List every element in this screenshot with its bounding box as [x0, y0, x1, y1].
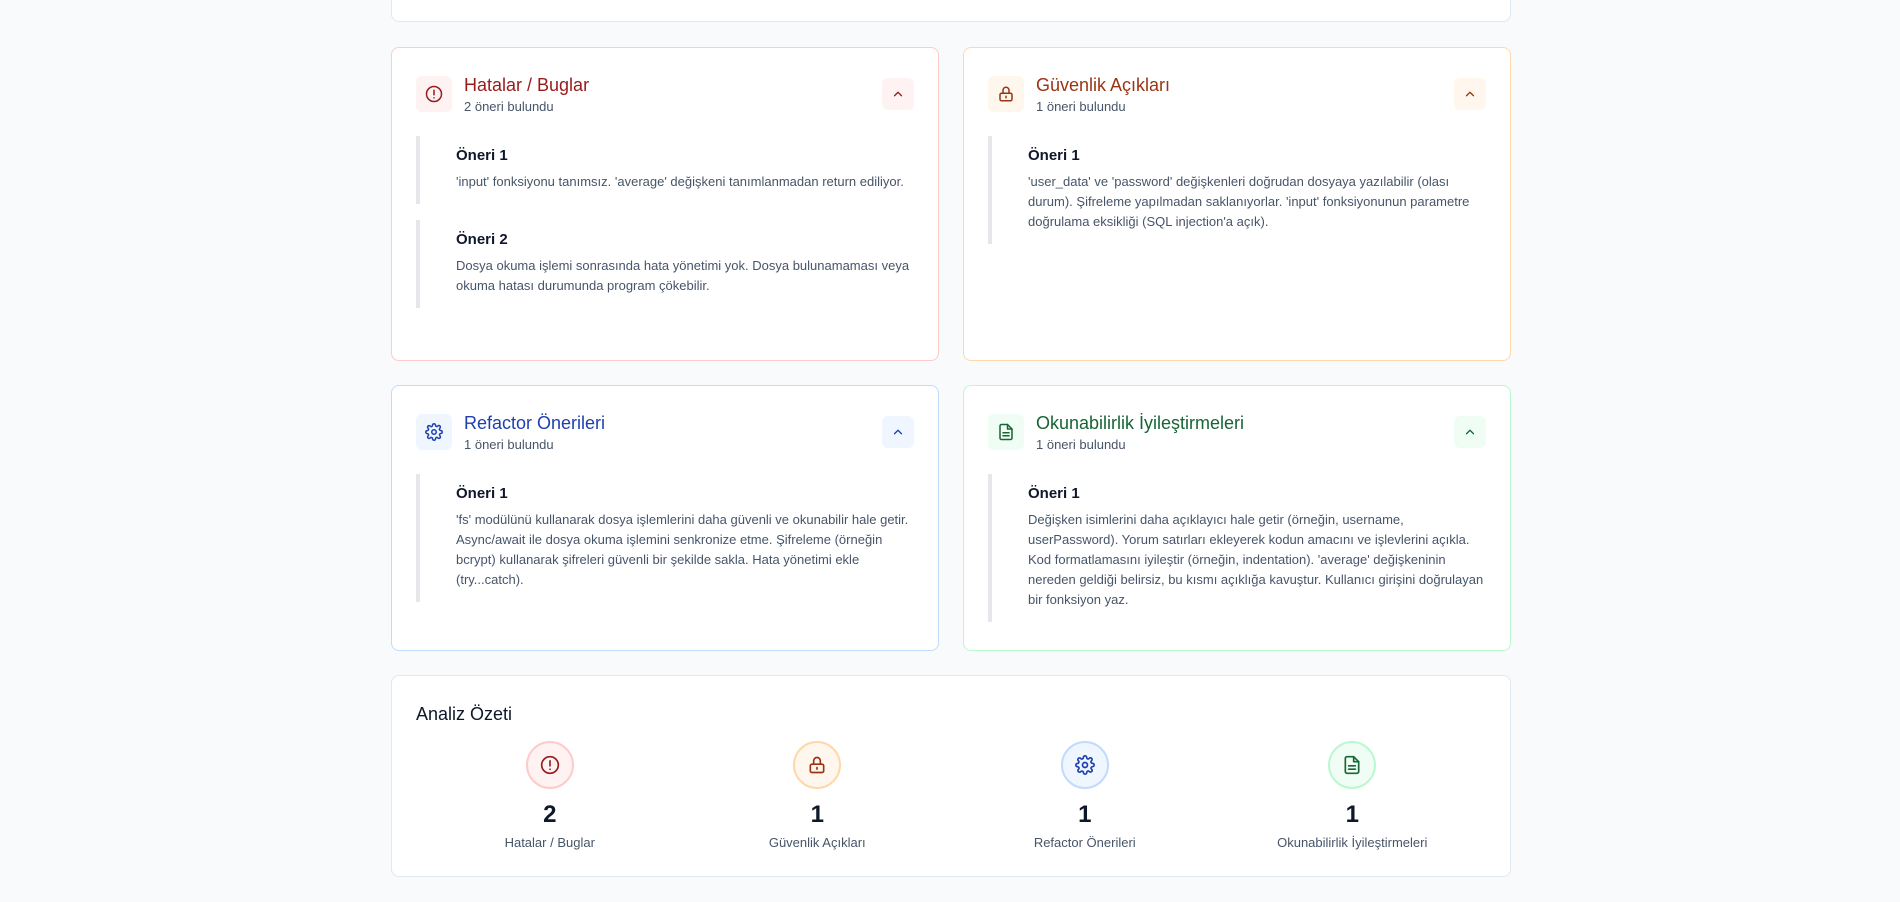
stat-refactor: 1 Refactor Önerileri — [951, 741, 1219, 850]
suggestion-title: Öneri 1 — [1028, 147, 1080, 164]
suggestion-text: 'fs' modülünü kullanarak dosya işlemleri… — [456, 512, 909, 587]
suggestion-count: 1 öneri bulundu — [1036, 99, 1126, 114]
readability-card: Okunabilirlik İyileştirmeleri 1 öneri bu… — [963, 385, 1511, 651]
document-icon — [988, 414, 1024, 450]
suggestion-text: 'input' fonksiyonu tanımsız. 'average' d… — [456, 174, 904, 189]
stat-security: 1 Güvenlik Açıkları — [684, 741, 952, 850]
lock-icon — [988, 76, 1024, 112]
document-icon — [1328, 741, 1377, 789]
stat-value: 2 — [543, 801, 557, 828]
chevron-up-icon — [1465, 91, 1475, 97]
stat-value: 1 — [1345, 801, 1359, 828]
refactor-card-header: Refactor Önerileri 1 öneri bulundu — [416, 386, 914, 474]
suggestion-item: Öneri 1 'user_data' ve 'password' değişk… — [988, 136, 1486, 244]
stat-bugs: 2 Hatalar / Buglar — [416, 741, 684, 850]
bugs-card-header: Hatalar / Buglar 2 öneri bulundu — [416, 48, 914, 136]
stat-label: Okunabilirlik İyileştirmeleri — [1277, 835, 1428, 850]
chevron-up-icon — [1465, 429, 1475, 435]
suggestion-count: 1 öneri bulundu — [1036, 437, 1126, 452]
stat-label: Güvenlik Açıkları — [768, 835, 866, 850]
suggestion-item: Öneri 2 Dosya okuma işlemi sonrasında ha… — [416, 220, 914, 308]
readability-card-header: Okunabilirlik İyileştirmeleri 1 öneri bu… — [988, 386, 1486, 474]
refactor-card: Refactor Önerileri 1 öneri bulundu Öneri… — [391, 385, 939, 651]
collapse-toggle-button[interactable] — [1454, 416, 1486, 448]
stat-value: 1 — [810, 801, 824, 828]
collapse-toggle-button[interactable] — [882, 78, 914, 110]
suggestion-count: 1 öneri bulundu — [464, 437, 554, 452]
suggestion-title: Öneri 2 — [456, 231, 508, 248]
suggestion-title: Öneri 1 — [456, 485, 508, 502]
bugs-card: Hatalar / Buglar 2 öneri bulundu Öneri 1… — [391, 47, 939, 361]
suggestion-item: Öneri 1 'input' fonksiyonu tanımsız. 'av… — [416, 136, 914, 204]
card-title: Refactor Önerileri — [464, 413, 606, 433]
card-title: Okunabilirlik İyileştirmeleri — [1036, 413, 1245, 433]
card-title: Hatalar / Buglar — [464, 75, 590, 95]
summary-title: Analiz Özeti — [416, 704, 513, 724]
gear-icon — [1060, 741, 1109, 789]
previous-card — [391, 0, 1511, 22]
suggestion-title: Öneri 1 — [1028, 485, 1080, 502]
chevron-up-icon — [893, 429, 903, 435]
collapse-toggle-button[interactable] — [1454, 78, 1486, 110]
suggestion-item: Öneri 1 Değişken isimlerini daha açıklay… — [988, 474, 1486, 622]
alert-circle-icon — [416, 76, 452, 112]
card-title: Güvenlik Açıkları — [1036, 75, 1171, 95]
gear-icon — [416, 414, 452, 450]
suggestion-title: Öneri 1 — [456, 147, 508, 164]
security-card: Güvenlik Açıkları 1 öneri bulundu Öneri … — [963, 47, 1511, 361]
stat-label: Refactor Önerileri — [1033, 835, 1136, 850]
suggestion-text: Dosya okuma işlemi sonrasında hata yönet… — [456, 258, 910, 293]
suggestion-text: 'user_data' ve 'password' değişkenleri d… — [1028, 174, 1470, 229]
stat-label: Hatalar / Buglar — [504, 835, 595, 850]
suggestion-item: Öneri 1 'fs' modülünü kullanarak dosya i… — [416, 474, 914, 602]
analysis-summary-card: Analiz Özeti 2 Hatalar / Buglar 1 Güvenl… — [391, 675, 1511, 877]
suggestion-text: Değişken isimlerini daha açıklayıcı hale… — [1028, 512, 1484, 607]
lock-icon — [793, 741, 842, 789]
suggestion-count: 2 öneri bulundu — [464, 99, 554, 114]
security-card-header: Güvenlik Açıkları 1 öneri bulundu — [988, 48, 1486, 136]
collapse-toggle-button[interactable] — [882, 416, 914, 448]
summary-stats: 2 Hatalar / Buglar 1 Güvenlik Açıkları 1… — [416, 741, 1486, 850]
stat-value: 1 — [1078, 801, 1092, 828]
chevron-up-icon — [893, 91, 903, 97]
alert-circle-icon — [525, 741, 574, 789]
stat-readability: 1 Okunabilirlik İyileştirmeleri — [1219, 741, 1487, 850]
